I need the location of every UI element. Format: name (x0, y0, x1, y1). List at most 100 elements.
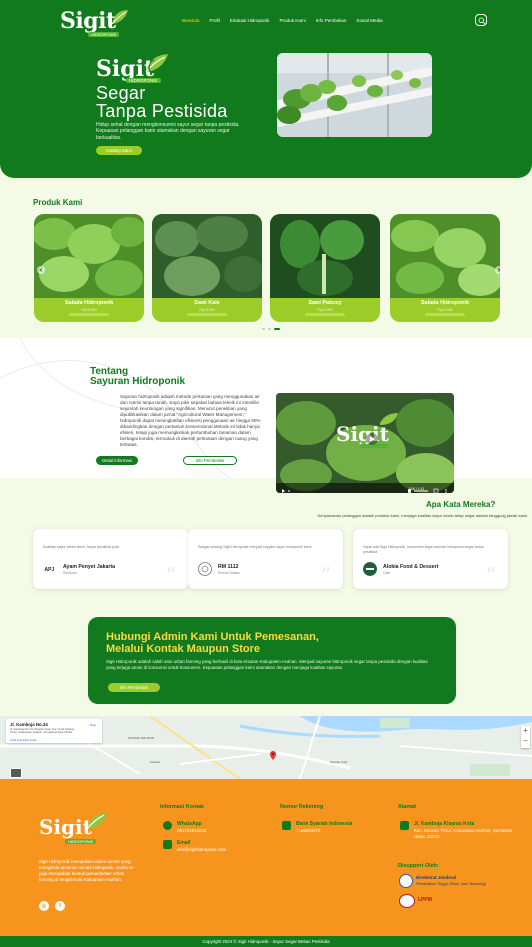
search-button[interactable] (475, 14, 487, 26)
nav-item-edukasi[interactable]: Edukasi Hidroponik (230, 18, 270, 23)
brand-name: Sigit (60, 8, 116, 34)
contact-cta: Hubungi Admin Kami Untuk Pemesanan, Mela… (88, 617, 456, 704)
video-player[interactable]: Sigit 0:00 / 1:13 (276, 393, 454, 493)
about-title-line2: Sayuran Hidroponik (90, 376, 186, 387)
map-label: KONTAK MAUPUN (128, 736, 154, 740)
email-value[interactable]: info@sigithidroponik.com (177, 847, 226, 852)
email-icon (163, 840, 172, 849)
carousel-dot-active[interactable] (274, 328, 280, 330)
cta-title-line2: Melalui Kontak Maupun Store (106, 643, 261, 655)
facebook-icon: f (59, 903, 61, 909)
instagram-icon: ◎ (41, 903, 47, 909)
nav-item-beranda[interactable]: Beranda (182, 18, 199, 23)
support1-subtitle: Pendidikan Tinggi, Riset, dan Teknologi (416, 881, 486, 886)
zoom-in-icon[interactable]: + (521, 726, 530, 736)
hero-title: Segar Tanpa Pestisida (96, 84, 228, 120)
support2-title: LPPM (418, 897, 432, 903)
email-label: Email (177, 840, 191, 846)
support-heading: Disupport Oleh: (398, 863, 439, 869)
about-text: Sayuran hidroponik adalah metode pertani… (120, 394, 261, 447)
map-zoom-control[interactable]: + − (521, 726, 530, 748)
detail-info-button[interactable]: Detail Informasi (96, 456, 138, 465)
product-price: Rp10.000 (437, 308, 453, 312)
play-icon (282, 489, 285, 493)
product-price: Rp10.000 (317, 308, 333, 312)
whatsapp-label: WhatsApp (177, 821, 202, 827)
hero-title-line1: Segar (96, 83, 146, 103)
footer-about: Sigit Hidroponik merupakan usaha rumah y… (39, 859, 134, 882)
facebook-button[interactable]: f (55, 901, 65, 911)
svg-text:APJ: APJ (45, 567, 55, 573)
product-name: Sawi Pakcoy (308, 300, 342, 306)
nav-item-profil[interactable]: Profil (209, 18, 219, 23)
quote-icon: ” (165, 563, 176, 587)
cta-purchase-button[interactable]: Info Pembelian (108, 683, 160, 692)
product-detail-link[interactable] (69, 313, 109, 316)
footer-brand-tagline: HIDROPONIK (65, 839, 97, 844)
contact-heading: Informasi Kontak (160, 804, 205, 810)
nav-item-info-pembelian[interactable]: Info Pembelian (316, 18, 347, 23)
chevron-left-icon (39, 268, 43, 272)
directions-button[interactable]: Rute (86, 723, 100, 727)
product-detail-link[interactable] (187, 313, 227, 316)
support1-title: Direktorat Jenderal (416, 875, 457, 880)
embedded-map[interactable]: KONTAK MAUPUN Kisaran Kisaran Kota Jl. K… (0, 716, 532, 779)
cta-title: Hubungi Admin Kami Untuk Pemesanan, Mela… (106, 631, 319, 655)
product-image (390, 214, 500, 298)
product-card[interactable]: Sawi Pakcoy Rp10.000 (270, 214, 380, 322)
map-label: Kisaran (150, 760, 161, 764)
map-place-card: Jl. Kamboja No.34 Jl. Kamboja No.34, Kis… (6, 719, 102, 743)
product-name: Salada Hidroponik (420, 300, 470, 306)
map-label: Kisaran Kota (330, 760, 348, 764)
product-card[interactable]: Sawi Kale Rp10.000 (152, 214, 262, 322)
bank-label: Bank Syariah Indonesia (296, 821, 353, 827)
dikti-logo (399, 874, 413, 888)
carousel-next-button[interactable] (495, 266, 503, 274)
testimonial-quote: Kualitas sayur selalu fresh, tanpa pesti… (43, 545, 119, 549)
video-time: 0:00 / 1:13 (408, 487, 424, 491)
main-nav: Beranda Profil Edukasi Hidroponik Produk… (182, 18, 383, 23)
product-card[interactable]: Salada Hidroponik Rp10.000 (34, 214, 144, 322)
testimonial-role: Rumah Makan (218, 571, 241, 575)
nav-item-sosial-media[interactable]: Sosial Media (356, 18, 382, 23)
purchase-info-button[interactable]: Info Pembelian (183, 456, 237, 465)
search-icon (478, 17, 486, 25)
footer-brand-name: Sigit (39, 815, 92, 839)
product-detail-link[interactable] (305, 313, 345, 316)
product-carousel: Salada Hidroponik Rp10.000 Sawi Kale Rp1… (34, 214, 500, 326)
catalog-button[interactable]: Katalog Kami (96, 146, 142, 155)
testimonial-name: RM 1112 (218, 564, 239, 570)
carousel-dot[interactable] (262, 328, 265, 330)
chevron-right-icon (497, 268, 501, 272)
nav-item-produk[interactable]: Produk Kami (279, 18, 305, 23)
fullscreen-icon (433, 488, 439, 493)
carousel-dot[interactable] (268, 328, 271, 330)
product-card[interactable]: Salada Hidroponik Rp10.000 (390, 214, 500, 322)
instagram-button[interactable]: ◎ (39, 901, 49, 911)
cta-title-line1: Hubungi Admin Kami Untuk Pemesanan, (106, 631, 319, 643)
larger-map-link[interactable]: Lihat peta lebih besar (10, 738, 37, 742)
whatsapp-icon (163, 821, 172, 830)
product-detail-link[interactable] (425, 313, 465, 316)
carousel-dots (262, 328, 280, 330)
testimonial-name: Ayam Penyet Jakarta (63, 564, 116, 570)
leaf-icon (111, 10, 128, 25)
hero-image (277, 53, 432, 137)
product-price: Rp10.000 (81, 308, 97, 312)
testimonials-subtitle: Kenyamanan pelanggan adalah prioritas ka… (317, 513, 528, 518)
product-name: Salada Hidroponik (64, 300, 114, 306)
avatar: APJ (43, 562, 57, 576)
testimonial-name: Alokia Food & Dessert (383, 564, 439, 570)
whatsapp-value[interactable]: 081261816033 (177, 828, 206, 833)
quote-icon: ” (320, 563, 331, 587)
quote-icon: ” (485, 563, 496, 587)
brand-logo[interactable]: Sigit HIDROPONIK (60, 8, 128, 38)
map-layer-toggle[interactable] (10, 768, 22, 778)
zoom-out-icon[interactable]: − (521, 736, 530, 746)
avatar (198, 562, 212, 576)
testimonial-quote: Sangat senang Sigit Hidroponik menjadi s… (198, 545, 312, 549)
account-heading: Nomor Rekening (280, 804, 324, 810)
carousel-prev-button[interactable] (37, 266, 45, 274)
testimonial-quote: Sejak ada Sigit Hidroponik, konsumen say… (363, 545, 484, 554)
hero-logo: Sigit HIDROPONIK (96, 54, 176, 86)
